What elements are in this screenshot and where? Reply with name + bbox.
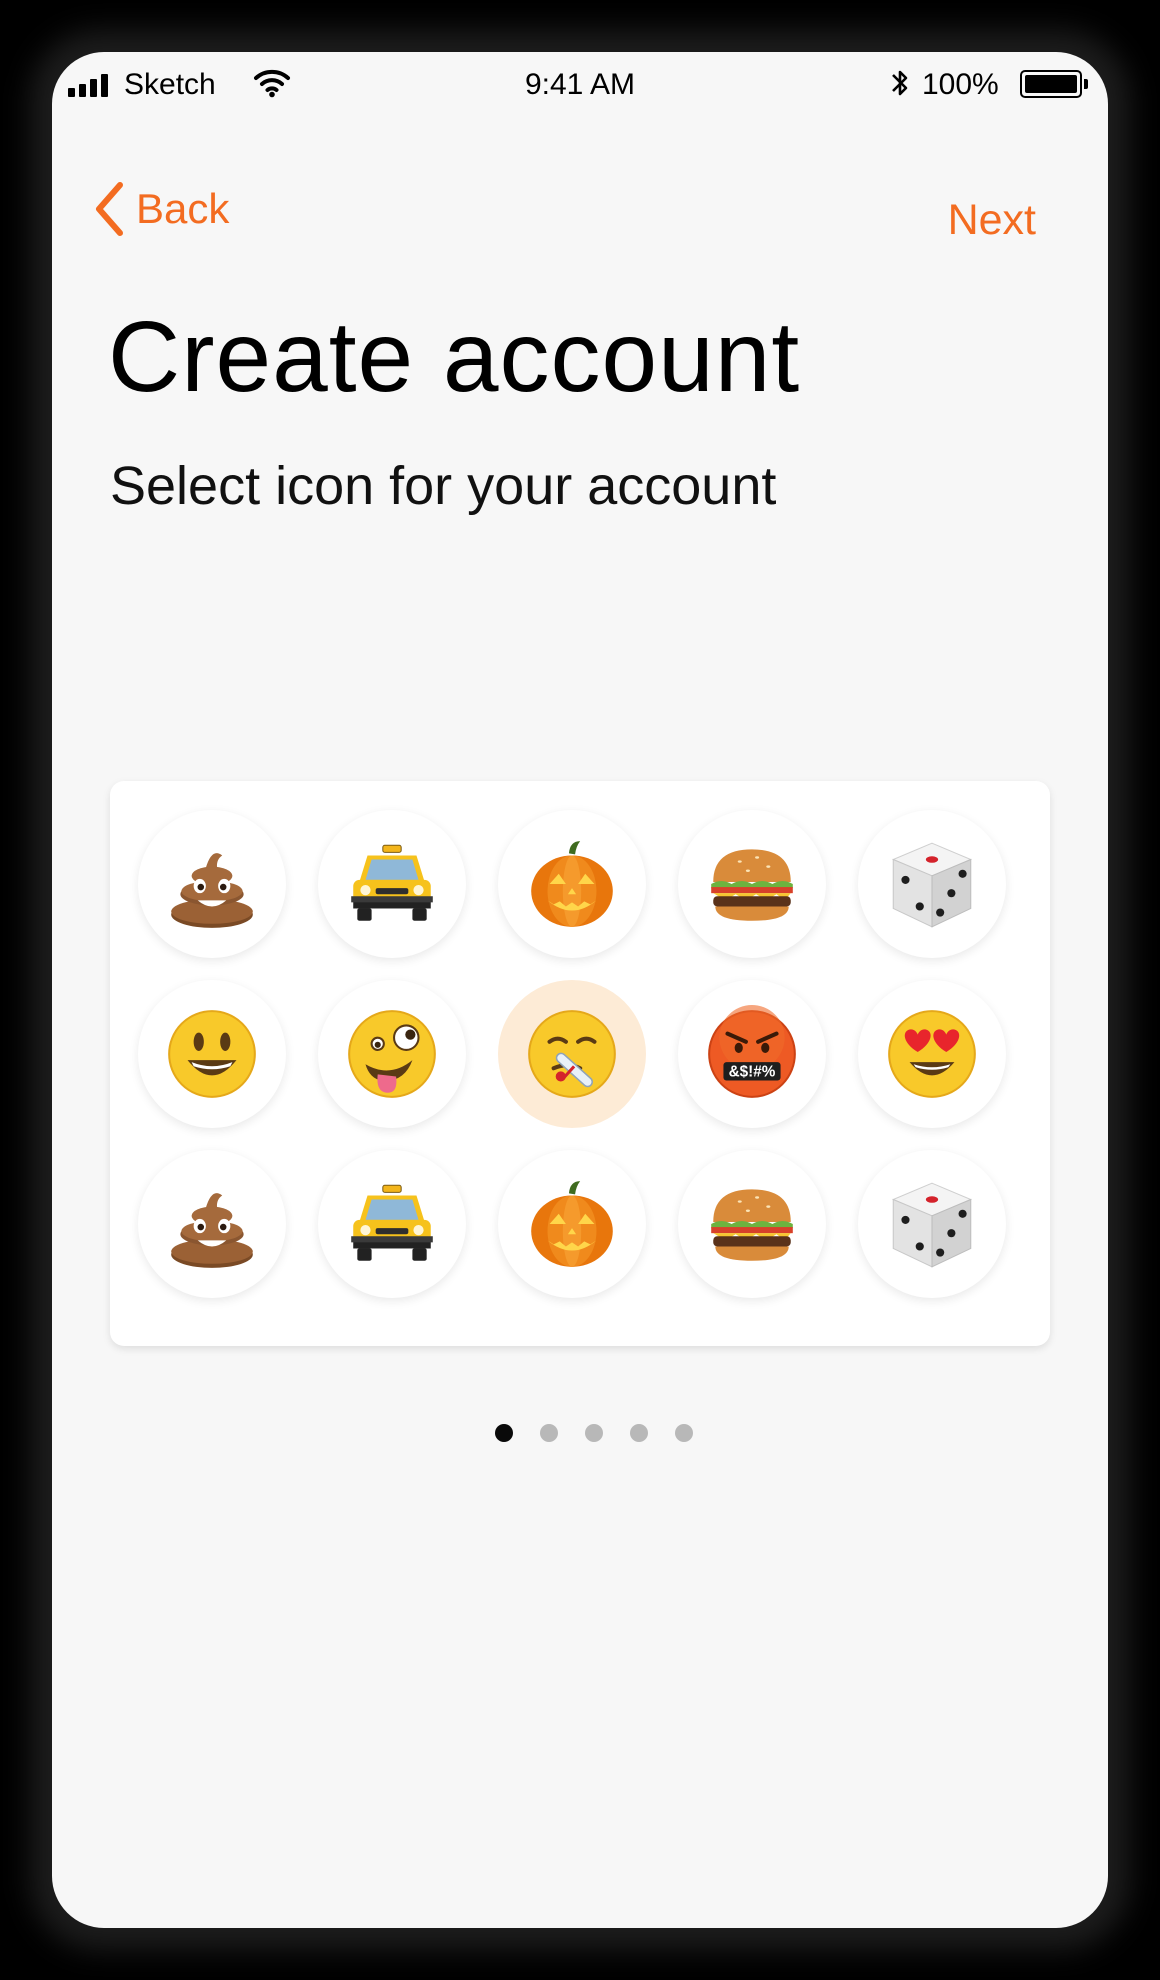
- back-button-label: Back: [136, 185, 230, 232]
- status-bar: Sketch 9:41 AM 100%: [52, 52, 1108, 122]
- icon-option-zany-face[interactable]: [318, 980, 466, 1128]
- pile-of-poo-icon: [171, 1193, 253, 1268]
- page-subtitle: Select icon for your account: [110, 456, 777, 516]
- icon-option-game-die[interactable]: [858, 1150, 1006, 1298]
- page-dot[interactable]: [675, 1424, 693, 1442]
- face-with-thermometer-icon: [528, 1010, 616, 1098]
- next-button[interactable]: Next: [948, 196, 1036, 245]
- icon-option-jack-o-lantern[interactable]: [498, 810, 646, 958]
- taxi-icon: [351, 1184, 433, 1261]
- hamburger-icon: [711, 849, 793, 921]
- pile-of-poo-icon: [171, 853, 253, 928]
- chevron-left-icon: [96, 182, 123, 236]
- game-die-icon: [891, 842, 973, 928]
- page-indicator: [52, 1424, 1108, 1444]
- page-dot[interactable]: [540, 1424, 558, 1442]
- face-with-symbols-on-mouth-icon: &$!#%: [708, 1005, 796, 1098]
- battery-nub: [1084, 79, 1088, 89]
- game-die-icon: [891, 1182, 973, 1268]
- icon-option-jack-o-lantern[interactable]: [498, 1150, 646, 1298]
- hamburger-icon: [711, 1189, 793, 1261]
- page-dot[interactable]: [585, 1424, 603, 1442]
- battery-icon: [1020, 70, 1082, 98]
- symbols-text: &$!#%: [729, 1063, 776, 1080]
- battery-percentage: 100%: [922, 68, 999, 101]
- jack-o-lantern-icon: [531, 1181, 613, 1267]
- icon-option-smiling-face[interactable]: [138, 980, 286, 1128]
- icon-option-face-with-thermometer[interactable]: [498, 980, 646, 1128]
- smiling-face-with-heart-eyes-icon: [888, 1010, 976, 1098]
- page-dot[interactable]: [630, 1424, 648, 1442]
- icon-option-face-with-symbols-on-mouth[interactable]: &$!#%: [678, 980, 826, 1128]
- icon-option-smiling-face-with-heart-eyes[interactable]: [858, 980, 1006, 1128]
- zany-face-icon: [348, 1010, 436, 1098]
- icon-option-pile-of-poo[interactable]: [138, 1150, 286, 1298]
- phone-screen: Sketch 9:41 AM 100% Back Next Create acc…: [52, 52, 1108, 1928]
- jack-o-lantern-icon: [531, 841, 613, 927]
- icon-grid: &$!#%: [138, 810, 1006, 1298]
- battery-level-fill: [1025, 75, 1077, 93]
- page-dot[interactable]: [495, 1424, 513, 1442]
- icon-option-game-die[interactable]: [858, 810, 1006, 958]
- icon-option-pile-of-poo[interactable]: [138, 810, 286, 958]
- icon-option-hamburger[interactable]: [678, 1150, 826, 1298]
- icon-option-hamburger[interactable]: [678, 810, 826, 958]
- icon-picker-card: &$!#%: [110, 781, 1050, 1346]
- icon-option-taxi[interactable]: [318, 1150, 466, 1298]
- back-button[interactable]: Back: [92, 180, 229, 238]
- bluetooth-icon: [892, 70, 908, 96]
- page-title: Create account: [108, 301, 801, 413]
- taxi-icon: [351, 844, 433, 921]
- icon-option-taxi[interactable]: [318, 810, 466, 958]
- smiling-face-icon: [168, 1010, 256, 1098]
